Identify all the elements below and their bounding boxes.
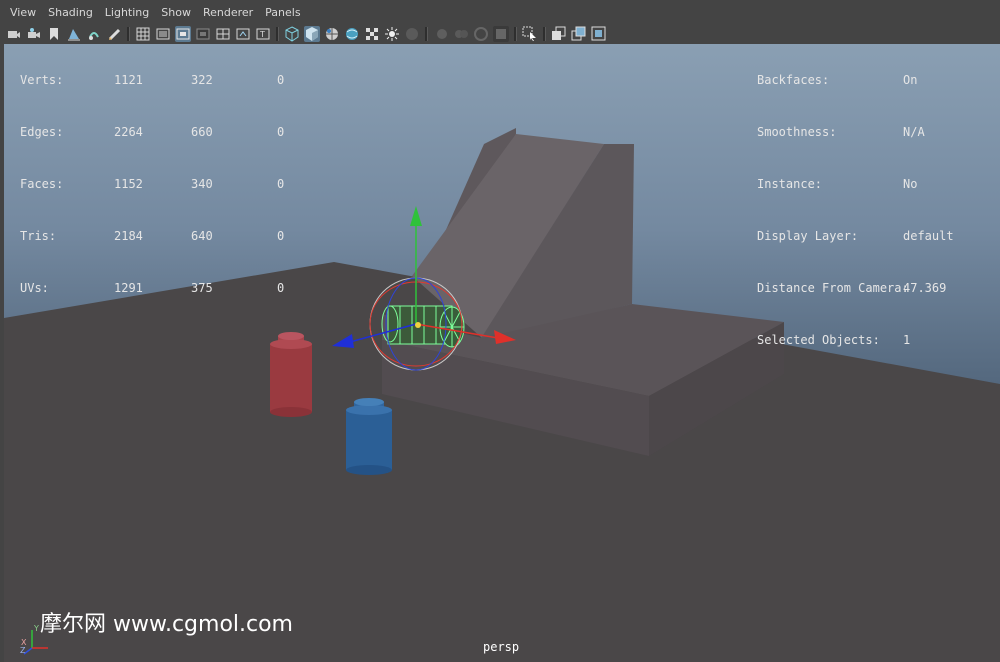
xray-icon[interactable] [522, 26, 538, 42]
xray-joints-icon[interactable] [551, 26, 567, 42]
grid-icon[interactable] [135, 26, 151, 42]
grease-pencil-icon[interactable] [106, 26, 122, 42]
hud-label-edges: Edges: [20, 125, 64, 139]
bookmark-icon[interactable] [46, 26, 62, 42]
menu-panels[interactable]: Panels [265, 6, 300, 19]
hud-verts-b: 322 [191, 73, 213, 87]
hud-label-uvs: UVs: [20, 281, 49, 295]
hud-uvs-a: 1291 [114, 281, 143, 295]
hud-label-backfaces: Backfaces: [757, 73, 830, 87]
screen-space-ao-icon[interactable] [404, 26, 420, 42]
svg-text:T: T [259, 30, 265, 39]
panel-menu-bar: View Shading Lighting Show Renderer Pane… [0, 0, 1000, 24]
hud-label-distance: Distance From Camera: [757, 281, 909, 295]
hud-label-smoothness: Smoothness: [757, 125, 837, 139]
hud-label-instance: Instance: [757, 177, 823, 191]
film-gate-icon[interactable] [155, 26, 171, 42]
textured-icon[interactable] [344, 26, 360, 42]
hud-edges-a: 2264 [114, 125, 143, 139]
hud-tris-c: 0 [277, 229, 285, 243]
red-cylinder[interactable] [270, 332, 312, 417]
isolate-select-icon[interactable] [493, 26, 509, 42]
watermark-text: 摩尔网 www.cgmol.com [40, 612, 293, 637]
field-chart-icon[interactable] [215, 26, 231, 42]
hud-display-layer-value: default [903, 229, 954, 243]
gate-mask-icon[interactable] [195, 26, 211, 42]
hud-tris-b: 640 [191, 229, 213, 243]
menu-view[interactable]: View [10, 6, 36, 19]
selected-cylinder-wireframe[interactable] [381, 305, 465, 348]
axis-y-label: Y [33, 624, 39, 633]
toolbar-separator [543, 27, 546, 41]
panel-toolbar: T [0, 24, 1000, 44]
image-plane-icon[interactable] [66, 26, 82, 42]
toolbar-separator [425, 27, 428, 41]
axis-z-label: Z [20, 646, 26, 655]
menu-show[interactable]: Show [161, 6, 191, 19]
axis-x-label: X [21, 638, 27, 647]
hud-verts-c: 0 [277, 73, 285, 87]
wireframe-icon[interactable] [284, 26, 300, 42]
hud-label-faces: Faces: [20, 177, 64, 191]
hud-faces-a: 1152 [114, 177, 143, 191]
camera-name-label: persp [483, 640, 520, 654]
hud-verts-a: 1121 [114, 73, 143, 87]
hud-selected-value: 1 [903, 333, 911, 347]
hud-faces-c: 0 [277, 177, 285, 191]
toolbar-separator [514, 27, 517, 41]
use-all-lights-icon[interactable] [364, 26, 380, 42]
resolution-gate-icon[interactable] [175, 26, 191, 42]
hud-edges-c: 0 [277, 125, 285, 139]
safe-action-icon[interactable] [235, 26, 251, 42]
toolbar-separator [276, 27, 279, 41]
hud-label-selected: Selected Objects: [757, 333, 880, 347]
camera-select-icon[interactable] [6, 26, 22, 42]
viewport-persp[interactable]: Verts: Edges: Faces: Tris: UVs: 1121 226… [4, 44, 1000, 662]
depth-of-field-icon[interactable] [473, 26, 489, 42]
smooth-shade-icon[interactable] [304, 26, 320, 42]
hud-instance-value: No [903, 177, 918, 191]
poly-count-hud: Verts: Edges: Faces: Tris: UVs: 1121 226… [20, 44, 284, 295]
object-info-hud: Backfaces: Smoothness: Instance: Display… [757, 44, 954, 347]
hud-uvs-b: 375 [191, 281, 213, 295]
blue-cylinder[interactable] [346, 398, 392, 475]
hud-edges-b: 660 [191, 125, 213, 139]
shadows-icon[interactable] [384, 26, 400, 42]
hud-tris-a: 2184 [114, 229, 143, 243]
hud-label-tris: Tris: [20, 229, 57, 243]
frame-selection-icon[interactable] [591, 26, 607, 42]
hud-label-display-layer: Display Layer: [757, 229, 859, 243]
toolbar-separator [127, 27, 130, 41]
camera-attributes-icon[interactable] [26, 26, 42, 42]
safe-title-icon[interactable]: T [255, 26, 271, 42]
two-d-pan-icon[interactable] [86, 26, 102, 42]
menu-shading[interactable]: Shading [48, 6, 93, 19]
xray-components-icon[interactable] [571, 26, 587, 42]
motion-blur-icon[interactable] [433, 26, 449, 42]
hud-label-verts: Verts: [20, 73, 64, 87]
menu-renderer[interactable]: Renderer [203, 6, 253, 19]
hud-backfaces-value: On [903, 73, 918, 87]
hud-uvs-c: 0 [277, 281, 285, 295]
multisample-aa-icon[interactable] [453, 26, 469, 42]
menu-lighting[interactable]: Lighting [105, 6, 149, 19]
wireframe-on-shaded-icon[interactable] [324, 26, 340, 42]
hud-distance-value: 47.369 [903, 281, 947, 295]
hud-smoothness-value: N/A [903, 125, 925, 139]
hud-faces-b: 340 [191, 177, 213, 191]
